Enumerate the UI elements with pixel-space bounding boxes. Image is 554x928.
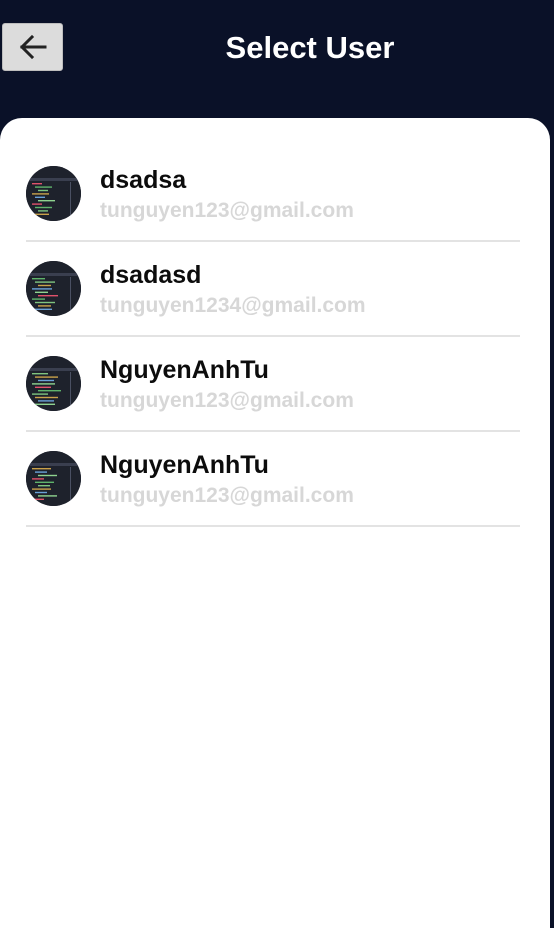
- avatar: [26, 261, 81, 316]
- user-name: dsadasd: [100, 261, 202, 289]
- user-name: NguyenAnhTu: [100, 451, 269, 479]
- code-editor-thumbnail-icon: [26, 356, 81, 411]
- code-editor-thumbnail-icon: [26, 451, 81, 506]
- user-list-item[interactable]: dsadsa tunguyen123@gmail.com: [26, 147, 520, 242]
- avatar: [26, 451, 81, 506]
- user-email: tunguyen1234@gmail.com: [100, 294, 366, 317]
- user-email: tunguyen123@gmail.com: [100, 199, 354, 222]
- code-editor-thumbnail-icon: [26, 166, 81, 221]
- user-list-item[interactable]: NguyenAnhTu tunguyen123@gmail.com: [26, 432, 520, 527]
- user-name: NguyenAnhTu: [100, 356, 269, 384]
- avatar: [26, 166, 81, 221]
- code-editor-thumbnail-icon: [26, 261, 81, 316]
- avatar: [26, 356, 81, 411]
- user-email: tunguyen123@gmail.com: [100, 389, 354, 412]
- app-header: Select User: [0, 0, 554, 130]
- user-list: dsadsa tunguyen123@gmail.com dsadasd tun…: [26, 147, 520, 527]
- user-name: dsadsa: [100, 166, 187, 194]
- user-email: tunguyen123@gmail.com: [100, 484, 354, 507]
- user-list-item[interactable]: NguyenAnhTu tunguyen123@gmail.com: [26, 337, 520, 432]
- user-list-item[interactable]: dsadasd tunguyen1234@gmail.com: [26, 242, 520, 337]
- page-title: Select User: [225, 30, 395, 65]
